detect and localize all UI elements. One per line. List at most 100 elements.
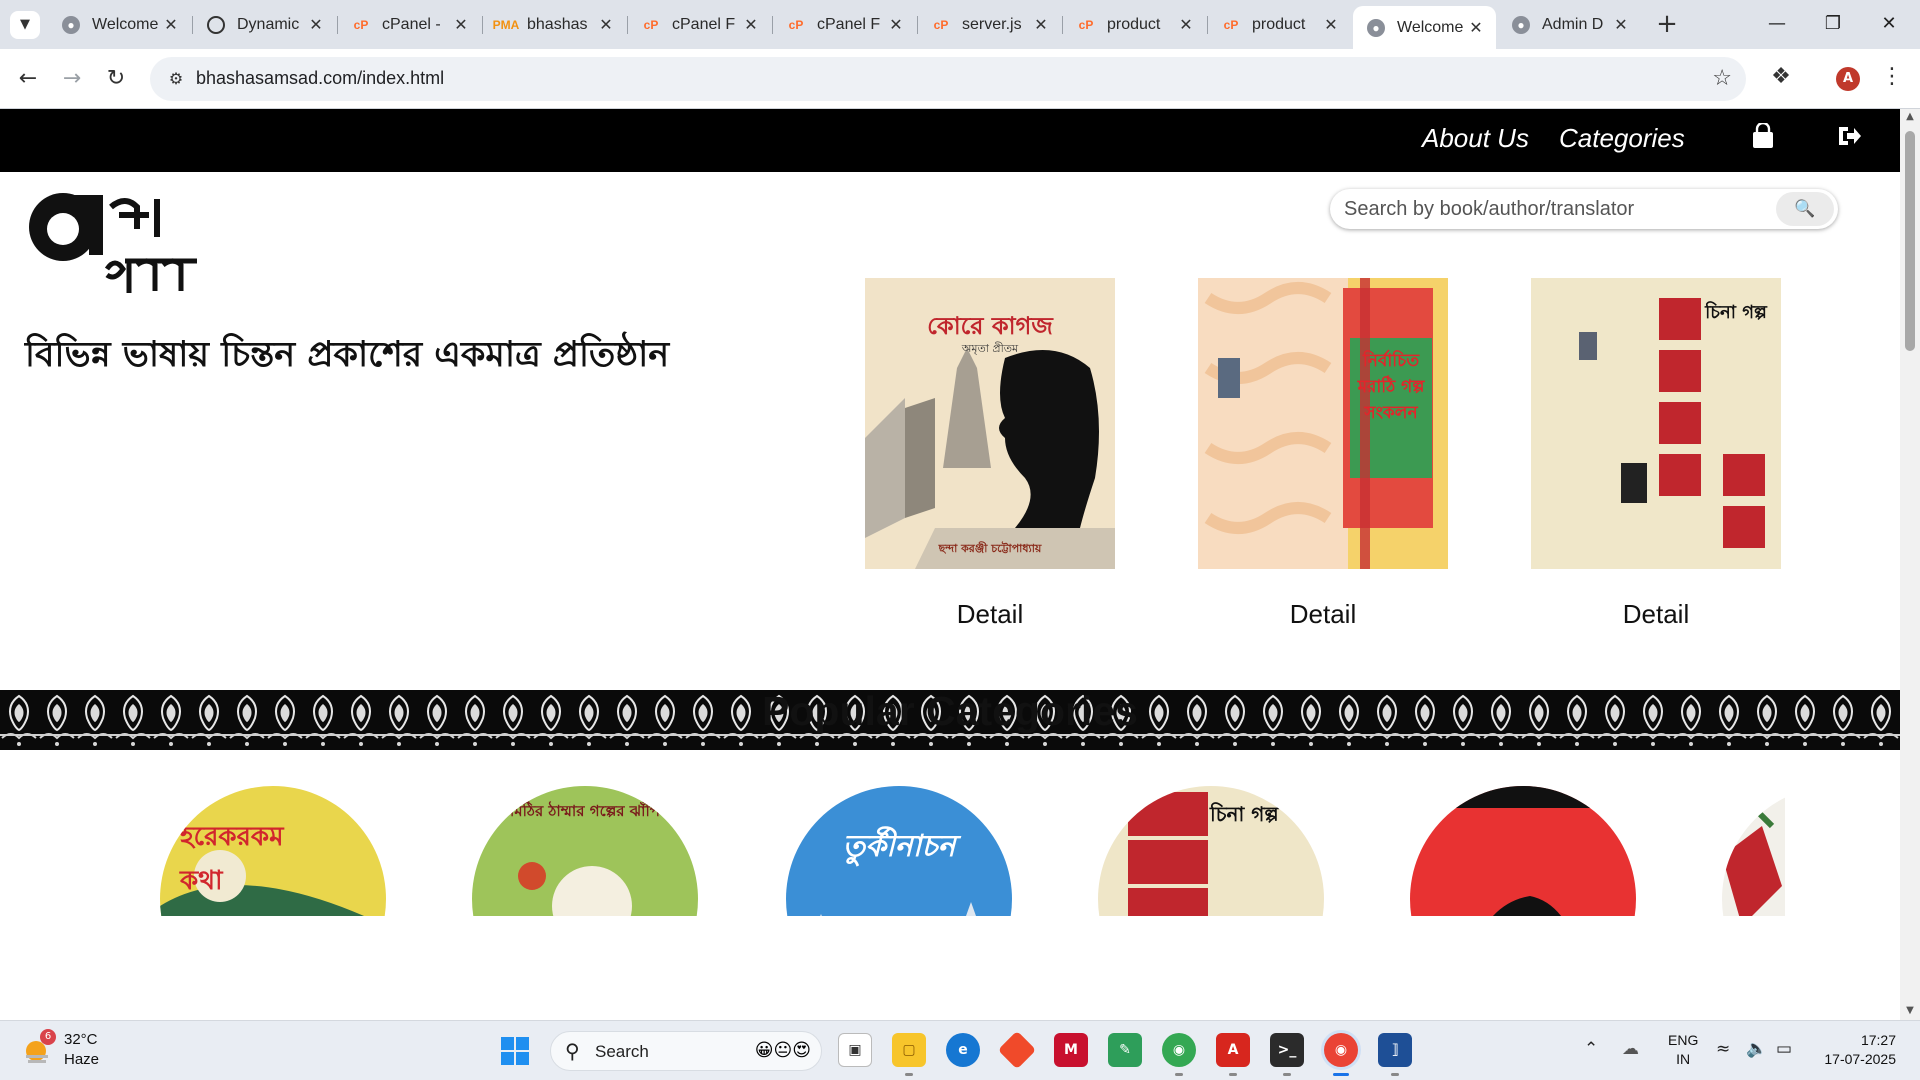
tab-close-icon[interactable]: ✕ [1466, 18, 1486, 38]
nav-categories-link[interactable]: Categories [1559, 123, 1685, 154]
browser-tab-4[interactable]: PMA bhashas ✕ [483, 6, 626, 44]
tab-search-chevron-icon[interactable]: ▼ [10, 11, 40, 39]
nav-about-us-link[interactable]: About Us [1422, 123, 1529, 154]
wifi-icon[interactable]: ≈ [1716, 1039, 1730, 1059]
tab-close-icon[interactable]: ✕ [306, 15, 326, 35]
browser-tab-title: Dynamic [237, 16, 300, 33]
forward-arrow-icon[interactable]: → [56, 63, 88, 95]
weather-temperature[interactable]: 32°C [64, 1031, 98, 1048]
search-highlight-emoji-icon: 😀😐😍 [754, 1040, 811, 1061]
tab-separator [192, 16, 193, 34]
scroll-up-arrow-icon[interactable]: ▲ [1904, 111, 1916, 122]
close-window-icon[interactable]: ✕ [1866, 8, 1912, 40]
address-bar[interactable]: ⚙ bhashasamsad.com/index.html ☆ [150, 57, 1746, 101]
weather-badge: 6 [40, 1029, 56, 1045]
browser-tab-strip: ▼ ● Welcome ✕ Dynamic ✕ cP cPanel - ✕ PMA bhashas… [0, 0, 1920, 49]
category-circle-1[interactable]: হরেকরকম কথা [160, 786, 386, 916]
page-scrollbar[interactable]: ▲ ▼ [1900, 109, 1920, 1020]
taskbar-search-icon: ⚲ [565, 1039, 580, 1063]
category-circle-2[interactable]: মিঠির ঠাম্মার গল্পের ঝাঁপি [472, 786, 698, 916]
edge-browser-icon[interactable]: e [946, 1033, 980, 1067]
tray-chevron-up-icon[interactable]: ⌃ [1584, 1039, 1598, 1059]
browser-tab-3[interactable]: cP cPanel - ✕ [338, 6, 481, 44]
tab-close-icon[interactable]: ✕ [741, 15, 761, 35]
taskbar-search-label: Search [595, 1042, 649, 1061]
acrobat-reader-icon[interactable]: A [1216, 1033, 1250, 1067]
shopping-bag-icon[interactable] [1750, 121, 1776, 155]
chrome-profile-active-icon[interactable]: ◉ [1324, 1033, 1358, 1067]
browser-tab-10[interactable]: ● Welcome ✕ [1353, 6, 1496, 49]
task-view-icon[interactable]: ▣ [838, 1033, 872, 1067]
scroll-down-arrow-icon[interactable]: ▼ [1904, 1005, 1916, 1016]
terminal-icon[interactable]: >_ [1270, 1033, 1304, 1067]
browser-tab-9[interactable]: cP product ✕ [1208, 6, 1351, 44]
extensions-puzzle-icon[interactable]: ❖ [1766, 62, 1796, 92]
book-3-detail-link[interactable]: Detail [1531, 599, 1781, 630]
category-2-cover-text: মিঠির ঠাম্মার গল্পের ঝাঁপি [510, 802, 660, 820]
tab-close-icon[interactable]: ✕ [1031, 15, 1051, 35]
browser-tab-title: product [1252, 16, 1306, 33]
input-language[interactable]: ENG IN [1668, 1031, 1698, 1069]
back-arrow-icon[interactable]: ← [12, 63, 44, 95]
browser-tab-6[interactable]: cP cPanel F ✕ [773, 6, 916, 44]
scrollbar-thumb[interactable] [1905, 131, 1915, 351]
restore-icon[interactable]: ❐ [1810, 8, 1856, 40]
mcafee-shield-icon[interactable]: M [1054, 1033, 1088, 1067]
browser-tab-11[interactable]: ● Admin D ✕ [1498, 6, 1641, 44]
cpanel-icon: cP [643, 18, 659, 32]
profile-avatar[interactable]: A [1836, 67, 1860, 91]
system-clock[interactable]: 17:27 17-07-2025 [1816, 1031, 1896, 1069]
site-logo[interactable] [25, 185, 205, 305]
category-circle-3[interactable]: তুর্কীনাচন [786, 786, 1012, 916]
cpanel-icon: cP [788, 18, 804, 32]
tab-close-icon[interactable]: ✕ [886, 15, 906, 35]
category-circle-6[interactable] [1722, 786, 1785, 916]
taskbar-search-box[interactable]: ⚲ Search 😀😐😍 [550, 1031, 822, 1071]
tab-close-icon[interactable]: ✕ [1321, 15, 1341, 35]
chrome-icon[interactable]: ◉ [1162, 1033, 1196, 1067]
windows-start-icon[interactable] [500, 1036, 530, 1066]
featured-book-cover-2[interactable]: নির্বাচিত মরাঠি গল্প সংকলন [1198, 278, 1448, 569]
tab-separator [917, 16, 918, 34]
chrome-running-indicator [1175, 1073, 1183, 1076]
category-circle-5[interactable] [1410, 786, 1636, 916]
reload-icon[interactable]: ↻ [100, 63, 132, 95]
featured-book-cover-1[interactable]: কোরে কাগজ অমৃতা প্রীতম ছন্দা করঞ্জী চট্ট… [865, 278, 1115, 569]
browser-toolbar: ← → ↻ ⚙ bhashasamsad.com/index.html ☆ [0, 49, 1920, 109]
category-4-cover-text: চিনা গল্প [1210, 802, 1279, 826]
browser-tab-5[interactable]: cP cPanel F ✕ [628, 6, 771, 44]
browser-menu-icon[interactable]: ⋮ [1880, 62, 1904, 92]
volume-icon[interactable]: 🔈 [1746, 1039, 1767, 1059]
tab-close-icon[interactable]: ✕ [451, 15, 471, 35]
search-input[interactable] [1342, 194, 1762, 224]
book-1-detail-link[interactable]: Detail [865, 599, 1115, 630]
battery-icon[interactable]: ▭ [1776, 1039, 1792, 1059]
logout-icon[interactable] [1836, 123, 1862, 155]
category-circle-4[interactable]: চিনা গল্প [1098, 786, 1324, 916]
address-url[interactable]: bhashasamsad.com/index.html [196, 68, 444, 89]
minimize-icon[interactable]: — [1754, 8, 1800, 40]
browser-tab-2[interactable]: Dynamic ✕ [193, 6, 336, 44]
onedrive-cloud-icon[interactable]: ☁ [1622, 1039, 1639, 1059]
featured-book-cover-3[interactable]: চিনা গল্প [1531, 278, 1781, 569]
browser-tab-7[interactable]: cP server.js ✕ [918, 6, 1061, 44]
vscode-icon[interactable]: ⟧ [1378, 1033, 1412, 1067]
tab-close-icon[interactable]: ✕ [596, 15, 616, 35]
vscode-running-indicator [1391, 1073, 1399, 1076]
notepad-app-icon[interactable]: ✎ [1108, 1033, 1142, 1067]
weather-condition[interactable]: Haze [64, 1051, 99, 1068]
acrobat-running-indicator [1229, 1073, 1237, 1076]
file-explorer-icon[interactable]: ▢ [892, 1033, 926, 1067]
bookmark-star-icon[interactable]: ☆ [1712, 66, 1732, 91]
input-language-code: ENG [1668, 1032, 1699, 1048]
browser-tab-8[interactable]: cP product ✕ [1063, 6, 1206, 44]
browser-tab-1[interactable]: ● Welcome ✕ [48, 6, 191, 44]
tab-close-icon[interactable]: ✕ [1611, 15, 1631, 35]
site-info-icon[interactable]: ⚙ [164, 67, 188, 91]
tab-close-icon[interactable]: ✕ [161, 15, 181, 35]
search-magnifier-icon[interactable]: 🔍 [1776, 192, 1834, 226]
new-tab-plus-icon[interactable]: + [1652, 10, 1682, 40]
tab-close-icon[interactable]: ✕ [1176, 15, 1196, 35]
app-diamond-icon[interactable] [997, 1030, 1037, 1070]
book-2-detail-link[interactable]: Detail [1198, 599, 1448, 630]
